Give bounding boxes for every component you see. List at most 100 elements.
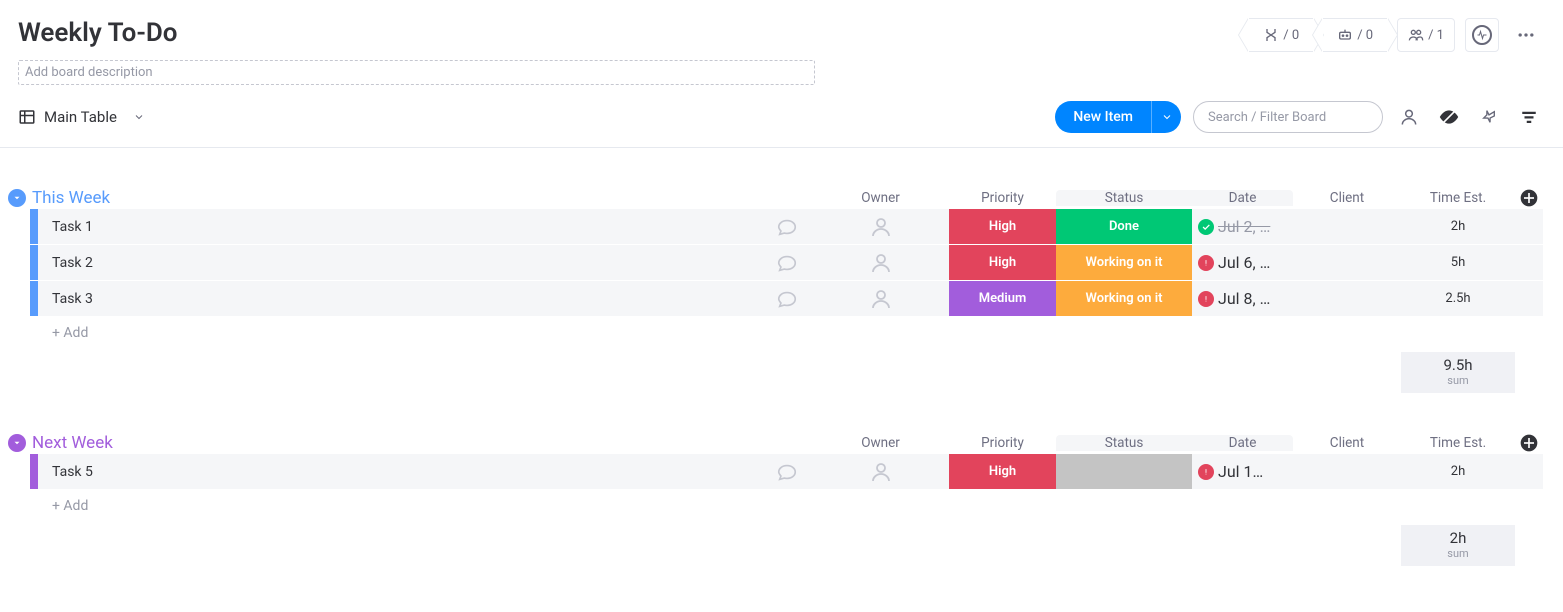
- view-selector[interactable]: Main Table: [18, 108, 145, 126]
- column-header-owner[interactable]: Owner: [812, 435, 949, 451]
- row-color-strip: [30, 209, 38, 244]
- person-icon: [869, 287, 893, 311]
- dots-icon: [1516, 25, 1536, 45]
- table-row[interactable]: Task 5 High Jul 1… 2h: [30, 453, 1543, 489]
- date-value: Jul 2, …: [1218, 217, 1270, 236]
- task-name-cell[interactable]: Task 1: [38, 209, 762, 244]
- table-row[interactable]: Task 2 High Working on it Jul 6, … 5h: [30, 244, 1543, 280]
- column-header-time[interactable]: Time Est.: [1401, 190, 1515, 206]
- column-header-status[interactable]: Status: [1056, 435, 1192, 451]
- column-header-date[interactable]: Date: [1192, 435, 1293, 451]
- date-value: Jul 8, …: [1218, 289, 1270, 308]
- time-cell[interactable]: 2h: [1401, 454, 1515, 489]
- date-status-icon: [1198, 255, 1214, 271]
- client-cell[interactable]: [1293, 454, 1401, 489]
- table-row[interactable]: Task 3 Medium Working on it Jul 8, … 2.5…: [30, 280, 1543, 316]
- group-collapse-button[interactable]: [8, 189, 26, 207]
- date-cell[interactable]: Jul 8, …: [1192, 281, 1293, 316]
- chevron-down-icon: [1161, 111, 1173, 123]
- board-title[interactable]: Weekly To-Do: [18, 18, 178, 48]
- eye-off-icon: [1439, 107, 1459, 127]
- date-cell[interactable]: Jul 6, …: [1192, 245, 1293, 280]
- status-cell[interactable]: [1056, 454, 1192, 489]
- table-row[interactable]: Task 1 High Done Jul 2, … 2h: [30, 208, 1543, 244]
- column-header-time[interactable]: Time Est.: [1401, 435, 1515, 451]
- add-column-button[interactable]: [1515, 188, 1543, 208]
- hide-button[interactable]: [1435, 103, 1463, 131]
- chat-icon: [776, 252, 798, 274]
- new-item-label: New Item: [1055, 101, 1151, 133]
- chat-icon: [776, 288, 798, 310]
- integrations-icon: [1263, 27, 1279, 43]
- status-cell[interactable]: Working on it: [1056, 281, 1192, 316]
- status-cell[interactable]: Done: [1056, 209, 1192, 244]
- time-cell[interactable]: 5h: [1401, 245, 1515, 280]
- integrations-badge[interactable]: / 0: [1249, 18, 1313, 52]
- person-icon: [869, 215, 893, 239]
- automations-badge[interactable]: / 0: [1323, 18, 1387, 52]
- priority-cell[interactable]: High: [949, 209, 1056, 244]
- row-color-strip: [30, 281, 38, 316]
- add-column-button[interactable]: [1515, 433, 1543, 453]
- status-cell[interactable]: Working on it: [1056, 245, 1192, 280]
- plus-icon: [1519, 188, 1539, 208]
- pin-button[interactable]: [1475, 103, 1503, 131]
- column-header-status[interactable]: Status: [1056, 190, 1192, 206]
- view-label: Main Table: [44, 108, 117, 126]
- more-options-button[interactable]: [1509, 18, 1543, 52]
- new-item-button[interactable]: New Item: [1055, 101, 1181, 133]
- column-header-client[interactable]: Client: [1293, 435, 1401, 451]
- client-cell[interactable]: [1293, 245, 1401, 280]
- group-title[interactable]: Next Week: [32, 433, 113, 453]
- date-cell[interactable]: Jul 1…: [1192, 454, 1293, 489]
- column-header-date[interactable]: Date: [1192, 190, 1293, 206]
- date-cell[interactable]: Jul 2, …: [1192, 209, 1293, 244]
- owner-cell[interactable]: [812, 245, 949, 280]
- sum-value: 2h: [1401, 529, 1515, 547]
- time-cell[interactable]: 2.5h: [1401, 281, 1515, 316]
- priority-cell[interactable]: Medium: [949, 281, 1056, 316]
- time-sum-cell: 9.5h sum: [1401, 352, 1515, 393]
- chevron-down-icon: [12, 193, 22, 203]
- table-icon: [18, 108, 36, 126]
- search-input[interactable]: Search / Filter Board: [1193, 101, 1383, 133]
- filter-icon: [1520, 108, 1538, 126]
- chat-icon: [776, 216, 798, 238]
- person-filter-button[interactable]: [1395, 103, 1423, 131]
- column-header-owner[interactable]: Owner: [812, 190, 949, 206]
- owner-cell[interactable]: [812, 209, 949, 244]
- chat-button[interactable]: [762, 245, 812, 280]
- owner-cell[interactable]: [812, 454, 949, 489]
- board-description-input[interactable]: Add board description: [18, 60, 815, 85]
- chat-icon: [776, 461, 798, 483]
- members-badge[interactable]: / 1: [1397, 18, 1455, 52]
- date-status-icon: [1198, 291, 1214, 307]
- column-header-priority[interactable]: Priority: [949, 435, 1056, 451]
- time-cell[interactable]: 2h: [1401, 209, 1515, 244]
- filter-button[interactable]: [1515, 103, 1543, 131]
- group-title[interactable]: This Week: [32, 188, 110, 208]
- person-icon: [869, 251, 893, 275]
- new-item-dropdown[interactable]: [1151, 101, 1181, 133]
- group-collapse-button[interactable]: [8, 434, 26, 452]
- column-header-priority[interactable]: Priority: [949, 190, 1056, 206]
- sum-label: sum: [1401, 374, 1515, 387]
- client-cell[interactable]: [1293, 209, 1401, 244]
- chat-button[interactable]: [762, 454, 812, 489]
- priority-cell[interactable]: High: [949, 454, 1056, 489]
- add-item-label: + Add: [38, 498, 912, 514]
- owner-cell[interactable]: [812, 281, 949, 316]
- task-name-cell[interactable]: Task 3: [38, 281, 762, 316]
- activity-icon: [1472, 25, 1492, 45]
- priority-cell[interactable]: High: [949, 245, 1056, 280]
- client-cell[interactable]: [1293, 281, 1401, 316]
- add-item-row[interactable]: + Add: [30, 489, 1543, 523]
- chat-button[interactable]: [762, 209, 812, 244]
- column-header-client[interactable]: Client: [1293, 190, 1401, 206]
- activity-badge[interactable]: [1465, 18, 1499, 52]
- chat-button[interactable]: [762, 281, 812, 316]
- task-name-cell[interactable]: Task 2: [38, 245, 762, 280]
- task-name-cell[interactable]: Task 5: [38, 454, 762, 489]
- date-value: Jul 6, …: [1218, 253, 1270, 272]
- add-item-row[interactable]: + Add: [30, 316, 1543, 350]
